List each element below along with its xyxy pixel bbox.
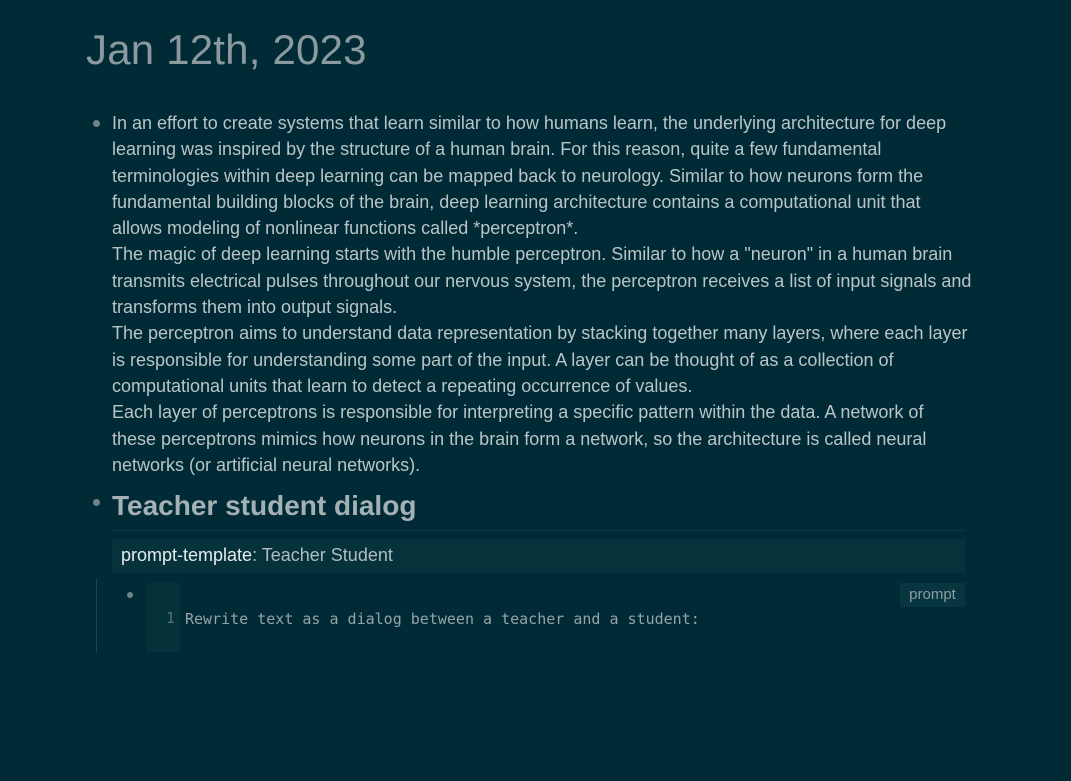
block-intro[interactable]: In an effort to create systems that lear… [112, 110, 972, 478]
heading-divider [112, 530, 965, 531]
property-separator: : [252, 545, 258, 565]
paragraph: In an effort to create systems that lear… [112, 113, 947, 239]
code-language-tag[interactable]: prompt [900, 583, 965, 607]
code-line-gutter: 1 [146, 583, 180, 652]
children-guide-line [96, 578, 97, 653]
block-bullet[interactable] [127, 592, 133, 598]
property-value[interactable]: Teacher Student [262, 545, 393, 565]
paragraph: Each layer of perceptrons is responsible… [112, 402, 927, 475]
paragraph: The perceptron aims to understand data r… [112, 323, 968, 396]
property-key[interactable]: prompt-template [121, 545, 252, 565]
code-editor-line[interactable]: Rewrite text as a dialog between a teach… [185, 609, 700, 629]
paragraph: The magic of deep learning starts with t… [112, 244, 972, 318]
block-bullet[interactable] [93, 499, 100, 506]
page-title[interactable]: Jan 12th, 2023 [86, 24, 367, 76]
line-number: 1 [165, 609, 175, 627]
journal-page: Jan 12th, 2023 In an effort to create sy… [0, 0, 1071, 781]
block-bullet[interactable] [93, 120, 100, 127]
property-row[interactable]: prompt-template: Teacher Student [112, 539, 965, 573]
block-heading[interactable]: Teacher student dialog [112, 488, 416, 524]
